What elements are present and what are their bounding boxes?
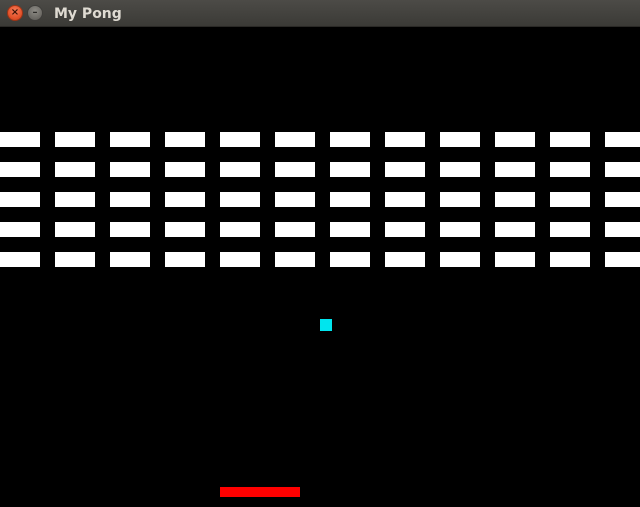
brick (55, 192, 95, 207)
close-button[interactable]: × (7, 5, 23, 21)
brick (495, 222, 535, 237)
brick (110, 132, 150, 147)
brick (440, 252, 480, 267)
brick (110, 222, 150, 237)
brick (385, 192, 425, 207)
brick (110, 192, 150, 207)
brick (55, 222, 95, 237)
brick (55, 132, 95, 147)
brick (220, 162, 260, 177)
brick (0, 162, 40, 177)
brick (605, 132, 640, 147)
brick (220, 192, 260, 207)
brick (550, 132, 590, 147)
brick (275, 132, 315, 147)
paddle[interactable] (220, 487, 300, 497)
brick (0, 192, 40, 207)
brick (220, 252, 260, 267)
game-canvas[interactable] (0, 27, 640, 507)
brick (330, 222, 370, 237)
brick (220, 222, 260, 237)
window-titlebar[interactable]: × – My Pong (0, 0, 640, 27)
brick (165, 252, 205, 267)
brick (275, 192, 315, 207)
brick (605, 252, 640, 267)
brick (110, 162, 150, 177)
close-icon: × (10, 7, 20, 18)
brick (495, 192, 535, 207)
brick (605, 162, 640, 177)
window-title: My Pong (54, 6, 122, 22)
brick (495, 252, 535, 267)
brick (385, 132, 425, 147)
minimize-icon: – (32, 7, 38, 18)
brick (0, 132, 40, 147)
brick (440, 162, 480, 177)
brick (220, 132, 260, 147)
brick (440, 192, 480, 207)
brick (165, 222, 205, 237)
brick (165, 162, 205, 177)
brick (440, 222, 480, 237)
brick (330, 162, 370, 177)
brick (550, 252, 590, 267)
brick (110, 252, 150, 267)
minimize-button[interactable]: – (27, 5, 43, 21)
brick (550, 222, 590, 237)
brick (385, 252, 425, 267)
brick (605, 192, 640, 207)
brick (385, 222, 425, 237)
brick (55, 252, 95, 267)
brick (0, 252, 40, 267)
brick (330, 132, 370, 147)
brick (330, 252, 370, 267)
brick (275, 222, 315, 237)
brick (440, 132, 480, 147)
brick (495, 162, 535, 177)
brick (330, 192, 370, 207)
brick (55, 162, 95, 177)
brick (275, 252, 315, 267)
ball (320, 319, 332, 331)
brick (605, 222, 640, 237)
brick (550, 192, 590, 207)
brick (165, 192, 205, 207)
brick (165, 132, 205, 147)
brick (495, 132, 535, 147)
brick (550, 162, 590, 177)
brick (275, 162, 315, 177)
brick (0, 222, 40, 237)
brick (385, 162, 425, 177)
